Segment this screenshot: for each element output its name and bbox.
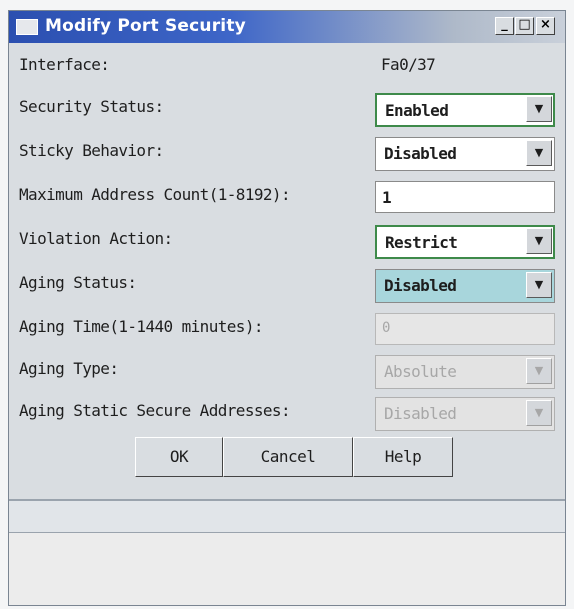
max-address-count-label: Maximum Address Count(1-8192): <box>19 185 291 204</box>
help-button[interactable]: Help <box>353 437 453 477</box>
aging-static-row: Aging Static Secure Addresses: Disabled … <box>9 389 565 431</box>
title-bar[interactable]: Modify Port Security _ □ × <box>9 11 565 43</box>
aging-status-value: Disabled <box>384 276 457 295</box>
window-title: Modify Port Security <box>45 16 246 36</box>
interface-value: Fa0/37 <box>381 55 436 74</box>
aging-type-label: Aging Type: <box>19 359 119 378</box>
close-button[interactable]: × <box>536 17 555 35</box>
dialog-buttons: OK Cancel Help <box>9 429 565 479</box>
aging-type-select[interactable]: Absolute ▼ <box>375 355 555 389</box>
aging-status-row: Aging Status: Disabled ▼ <box>9 261 565 303</box>
message-area <box>9 533 565 605</box>
chevron-down-icon[interactable]: ▼ <box>526 358 552 384</box>
aging-time-input[interactable]: 0 <box>375 313 555 345</box>
sticky-behavior-label: Sticky Behavior: <box>19 141 164 160</box>
aging-status-label: Aging Status: <box>19 273 137 292</box>
chevron-down-icon[interactable]: ▼ <box>526 228 552 254</box>
security-status-row: Security Status: Enabled ▼ <box>9 85 565 127</box>
chevron-down-icon[interactable]: ▼ <box>526 96 552 122</box>
maximize-button[interactable]: □ <box>515 17 534 35</box>
aging-type-row: Aging Type: Absolute ▼ <box>9 347 565 389</box>
aging-time-row: Aging Time(1-1440 minutes): 0 <box>9 305 565 347</box>
sticky-behavior-row: Sticky Behavior: Disabled ▼ <box>9 129 565 171</box>
ok-button[interactable]: OK <box>135 437 223 477</box>
violation-action-value: Restrict <box>385 233 458 252</box>
chevron-down-icon[interactable]: ▼ <box>526 272 552 298</box>
aging-type-value: Absolute <box>384 362 457 381</box>
security-status-label: Security Status: <box>19 97 164 116</box>
window-icon <box>16 19 38 35</box>
max-address-count-value: 1 <box>382 188 392 207</box>
aging-static-select[interactable]: Disabled ▼ <box>375 397 555 431</box>
sticky-behavior-value: Disabled <box>384 144 457 163</box>
chevron-down-icon[interactable]: ▼ <box>526 400 552 426</box>
minimize-button[interactable]: _ <box>495 17 514 35</box>
violation-action-select[interactable]: Restrict ▼ <box>375 225 555 259</box>
violation-action-row: Violation Action: Restrict ▼ <box>9 217 565 259</box>
violation-action-label: Violation Action: <box>19 229 173 248</box>
max-address-count-row: Maximum Address Count(1-8192): 1 <box>9 173 565 215</box>
aging-time-label: Aging Time(1-1440 minutes): <box>19 317 263 336</box>
aging-time-value: 0 <box>382 320 391 336</box>
cancel-button[interactable]: Cancel <box>223 437 353 477</box>
interface-label: Interface: <box>19 55 110 74</box>
security-status-value: Enabled <box>385 101 449 120</box>
status-bar <box>9 499 565 533</box>
sticky-behavior-select[interactable]: Disabled ▼ <box>375 137 555 171</box>
modify-port-security-dialog: Modify Port Security _ □ × Interface: Fa… <box>8 10 566 606</box>
chevron-down-icon[interactable]: ▼ <box>526 140 552 166</box>
aging-status-select[interactable]: Disabled ▼ <box>375 269 555 303</box>
aging-static-value: Disabled <box>384 404 457 423</box>
max-address-count-input[interactable]: 1 <box>375 181 555 213</box>
interface-row: Interface: Fa0/37 <box>9 43 565 85</box>
security-status-select[interactable]: Enabled ▼ <box>375 93 555 127</box>
aging-static-label: Aging Static Secure Addresses: <box>19 401 291 420</box>
